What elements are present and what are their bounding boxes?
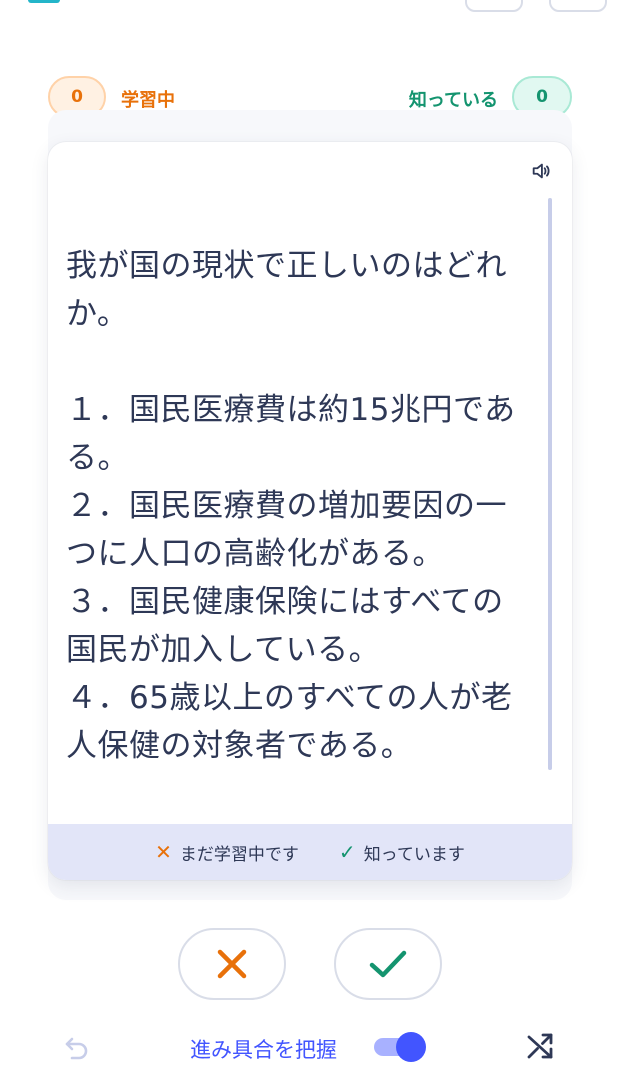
toggle-knob [396,1032,426,1062]
speaker-icon[interactable] [530,160,552,182]
hint-know-it-label: 知っています [363,844,465,865]
hint-still-learning: ✕ まだ学習中です [155,840,299,865]
know-it-button[interactable] [334,928,442,1000]
check-icon: ✓ [338,840,356,864]
card-scrollbar[interactable] [548,198,552,770]
learning-count-label: 学習中 [121,90,175,111]
answer-hint-bar: ✕ まだ学習中です ✓ 知っています [48,824,572,880]
check-icon [369,950,407,978]
top-accent-bar [28,0,60,3]
flashcard[interactable]: 我が国の現状で正しいのはどれか。 １．国民医療費は約15兆円である。 ２．国民医… [48,142,572,880]
top-toolbar [0,0,620,14]
shuffle-icon[interactable] [524,1031,556,1063]
progress-tracking-label: 進み具合を把握 [190,1038,337,1062]
still-learning-button[interactable] [178,928,286,1000]
hint-know-it: ✓ 知っています [339,840,465,865]
close-icon [217,949,247,979]
card-question-text: 我が国の現状で正しいのはどれか。 １．国民医療費は約15兆円である。 ２．国民医… [66,248,516,764]
top-button-2[interactable] [549,0,607,12]
top-button-1[interactable] [465,0,523,12]
bottom-toolbar: 進み具合を把握 [0,1020,620,1076]
progress-tracking-toggle[interactable] [374,1032,428,1062]
close-icon: ✕ [155,840,172,864]
hint-still-learning-label: まだ学習中です [179,844,299,865]
undo-icon[interactable] [62,1032,92,1062]
known-count-label: 知っている [408,90,498,111]
